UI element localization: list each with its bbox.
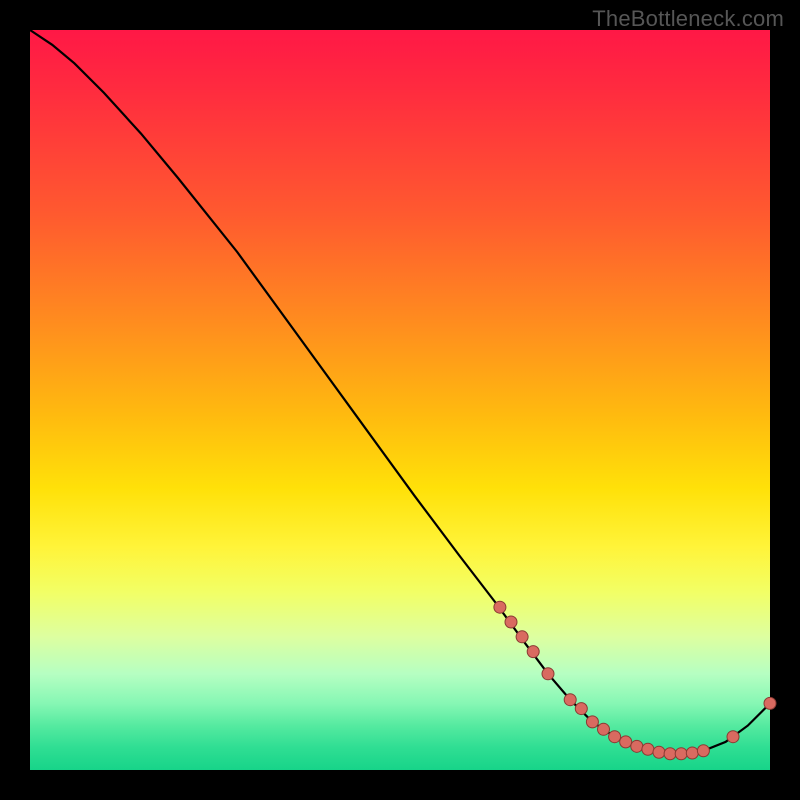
watermark-label: TheBottleneck.com [592,6,784,32]
data-point [664,748,676,760]
curve-line [30,30,770,754]
data-point [697,745,709,757]
data-point [516,631,528,643]
data-point [620,736,632,748]
data-point [598,723,610,735]
data-point [494,601,506,613]
data-point [505,616,517,628]
data-point [764,697,776,709]
data-point [527,646,539,658]
chart-svg [30,30,770,770]
data-point [586,716,598,728]
data-point [542,668,554,680]
data-point [631,740,643,752]
data-point [727,731,739,743]
data-points [494,601,776,760]
data-point [575,703,587,715]
chart-stage: TheBottleneck.com [0,0,800,800]
data-point [653,746,665,758]
data-point [642,743,654,755]
data-point [686,747,698,759]
data-point [675,748,687,760]
data-point [564,694,576,706]
data-point [609,731,621,743]
